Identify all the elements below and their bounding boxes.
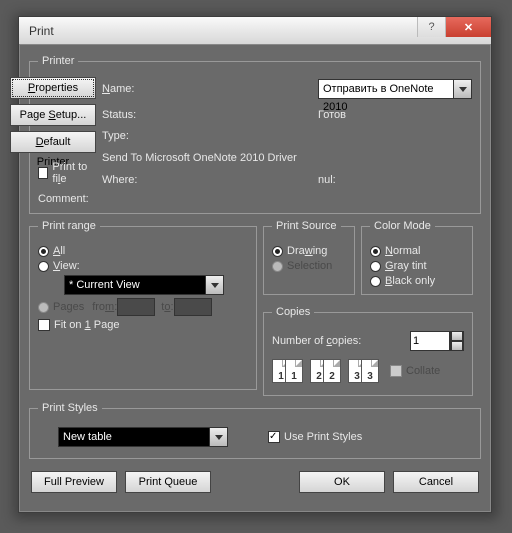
fit-on-page-checkbox[interactable]: Fit on 1 Page (38, 319, 248, 331)
spin-up-icon[interactable] (450, 331, 464, 341)
page-icon: 1 (285, 359, 303, 383)
where-value: nul: (318, 174, 472, 186)
print-to-file-checkbox[interactable]: Print to file (38, 161, 96, 185)
printer-legend: Printer (38, 55, 78, 67)
type-value: Send To Microsoft OneNote 2010 Driver (102, 152, 472, 164)
ok-button[interactable]: OK (299, 471, 385, 493)
spin-down-icon[interactable] (450, 341, 464, 351)
range-view-radio[interactable]: View: (38, 260, 248, 272)
copies-spinner[interactable] (410, 331, 464, 351)
printer-name-combo[interactable]: Отправить в OneNote 2010 (318, 79, 472, 99)
color-legend: Color Mode (370, 220, 435, 232)
page-icon: 2 (323, 359, 341, 383)
print-styles-group: Print Styles New table Use Print Styles (29, 402, 481, 459)
help-button[interactable]: ? (417, 17, 445, 37)
source-legend: Print Source (272, 220, 341, 232)
styles-combo[interactable]: New table (58, 427, 228, 447)
close-icon: ✕ (464, 21, 473, 34)
color-normal-radio[interactable]: Normal (370, 245, 464, 257)
to-input (174, 298, 212, 316)
source-drawing-radio[interactable]: Drawing (272, 245, 346, 257)
chevron-down-icon[interactable] (454, 79, 472, 99)
range-all-radio[interactable]: All (38, 245, 248, 257)
default-printer-button[interactable]: Default Printer (10, 131, 96, 153)
from-input (117, 298, 155, 316)
type-label: Type: (102, 130, 312, 142)
cancel-button[interactable]: Cancel (393, 471, 479, 493)
copies-group: Copies Number of copies: 1 1 2 2 3 (263, 306, 473, 396)
chevron-down-icon[interactable] (206, 275, 224, 295)
titlebar[interactable]: Print ? ✕ (19, 17, 491, 45)
source-selection-radio: Selection (272, 260, 346, 272)
copies-legend: Copies (272, 306, 314, 318)
page-icon: 3 (361, 359, 379, 383)
collate-checkbox: Collate (390, 365, 440, 377)
window-title: Print (19, 24, 54, 38)
range-pages-radio: Pages from: to: (38, 298, 248, 316)
chevron-down-icon[interactable] (210, 427, 228, 447)
use-print-styles-checkbox[interactable]: Use Print Styles (268, 431, 362, 443)
print-dialog: Print ? ✕ Printer Name: Отправить в OneN… (18, 16, 492, 513)
color-mode-group: Color Mode Normal Gray tint Black only (361, 220, 473, 295)
comment-label: Comment: (38, 193, 96, 205)
name-label: Name: (102, 83, 312, 95)
full-preview-button[interactable]: Full Preview (31, 471, 117, 493)
print-range-group: Print range All View: * Current View Pag… (29, 220, 257, 390)
status-label: Status: (102, 109, 312, 121)
printer-group: Printer Name: Отправить в OneNote 2010 P… (29, 55, 481, 214)
status-value: Готов (318, 109, 472, 121)
close-button[interactable]: ✕ (445, 17, 491, 37)
color-black-radio[interactable]: Black only (370, 275, 464, 287)
print-source-group: Print Source Drawing Selection (263, 220, 355, 295)
styles-legend: Print Styles (38, 402, 102, 414)
view-combo[interactable]: * Current View (64, 275, 224, 295)
print-queue-button[interactable]: Print Queue (125, 471, 211, 493)
properties-button[interactable]: Properties (10, 77, 96, 99)
range-legend: Print range (38, 220, 100, 232)
where-label: Where: (102, 174, 312, 186)
color-gray-radio[interactable]: Gray tint (370, 260, 464, 272)
page-setup-button[interactable]: Page Setup... (10, 104, 96, 126)
